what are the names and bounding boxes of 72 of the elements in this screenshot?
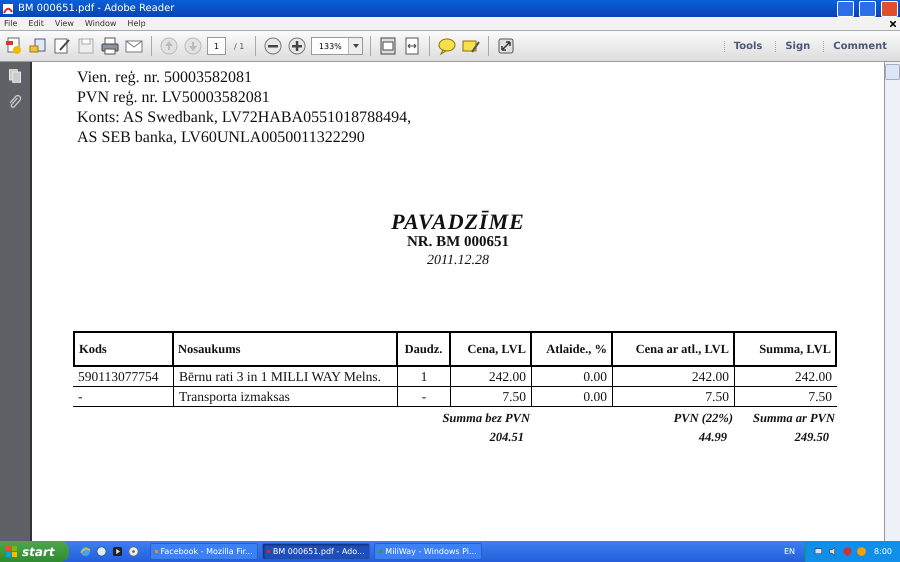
column-header: Nosaukums xyxy=(174,331,398,367)
address-line: PVN reģ. nr. LV50003582081 xyxy=(77,88,271,108)
total-value: 249.50 xyxy=(794,429,830,445)
column-header: Atlaide., % xyxy=(532,331,613,367)
column-header: Summa, LVL xyxy=(735,331,837,367)
column-header: Daudz. xyxy=(398,331,451,367)
table-cell: 1 xyxy=(398,367,451,387)
address-line: Vien. reģ. nr. 50003582081 xyxy=(77,68,254,88)
zoom-in-icon[interactable] xyxy=(287,36,308,56)
table-cell: 0.00 xyxy=(532,367,613,387)
total-label: Summa ar PVN xyxy=(752,410,836,426)
table-cell: 242.00 xyxy=(613,367,735,387)
column-header: Cena, LVL xyxy=(451,331,532,367)
language-indicator[interactable]: EN xyxy=(784,547,796,556)
table-cell: 7.50 xyxy=(451,387,532,407)
total-value: 204.51 xyxy=(488,429,525,445)
disc-icon[interactable] xyxy=(126,545,140,558)
document-title: PAVADZĪME xyxy=(391,210,525,234)
taskbar-button[interactable]: BM 000651.pdf - Ado... xyxy=(262,543,370,560)
panel-button[interactable]: Sign xyxy=(775,40,820,52)
panel-button[interactable]: Comment xyxy=(823,40,896,52)
page-number-field[interactable]: 1 xyxy=(207,37,226,55)
page-total: / 1 xyxy=(234,42,244,50)
table-cell: 590113077754 xyxy=(73,367,174,387)
total-label: Summa bez PVN xyxy=(441,410,532,426)
menu-item[interactable]: Window xyxy=(84,19,116,28)
speech-bubble-icon[interactable] xyxy=(437,36,458,56)
print-icon[interactable] xyxy=(100,36,120,56)
menu-item[interactable]: Help xyxy=(127,19,146,28)
zoom-field[interactable]: 133% xyxy=(311,37,364,55)
restore-button[interactable] xyxy=(859,0,876,16)
total-label: PVN (22%) xyxy=(672,410,734,426)
document-number: NR. BM 000651 xyxy=(406,234,510,251)
table-cell: 0.00 xyxy=(532,387,613,407)
window-title: BM 000651.pdf - Adobe Reader xyxy=(18,3,176,14)
zoom-out-icon[interactable] xyxy=(263,36,284,56)
table-cell: Transporta izmaksas xyxy=(174,387,398,407)
caret-icon xyxy=(352,44,359,48)
column-header: Kods xyxy=(73,331,174,367)
vertical-scrollbar[interactable] xyxy=(884,62,900,541)
table-cell: 7.50 xyxy=(613,387,735,407)
menu-item[interactable]: Edit xyxy=(28,19,44,28)
pages-icon[interactable] xyxy=(7,68,23,84)
start-button[interactable]: start xyxy=(0,541,69,562)
table-cell: 7.50 xyxy=(735,387,837,407)
panel-button[interactable]: Tools xyxy=(724,40,772,52)
expand-icon[interactable] xyxy=(496,36,516,56)
edit-document-icon[interactable] xyxy=(52,36,72,56)
taskbar-button[interactable]: Facebook - Mozilla Fir... xyxy=(150,543,258,560)
minimize-button[interactable] xyxy=(837,0,854,16)
address-line: AS SEB banka, LV60UNLA0050011322290 xyxy=(77,128,366,148)
address-line: Konts: AS Swedbank, LV72HABA0551018788494, xyxy=(77,108,412,128)
table-cell: - xyxy=(398,387,451,407)
clock: 8:00 xyxy=(874,547,892,556)
create-document-icon[interactable] xyxy=(4,36,24,56)
table-cell: 242.00 xyxy=(451,367,532,387)
close-button[interactable] xyxy=(881,0,898,16)
menu-item[interactable]: View xyxy=(54,19,74,28)
flag-icon xyxy=(6,546,18,558)
taskbar-button[interactable]: MiliWay - Windows Pi... xyxy=(374,543,482,560)
total-value: 44.99 xyxy=(698,429,728,445)
fit-page-icon[interactable] xyxy=(378,36,398,56)
column-header: Cena ar atl., LVL xyxy=(613,331,735,367)
table-cell: - xyxy=(73,387,174,407)
close-icon[interactable] xyxy=(890,20,896,26)
table-cell: 242.00 xyxy=(735,367,837,387)
media-icon[interactable] xyxy=(110,545,124,558)
document-date: 2011.12.28 xyxy=(427,253,489,269)
table-cell: Bērnu rati 3 in 1 MILLI WAY Melns. xyxy=(174,367,398,387)
paperclip-icon[interactable] xyxy=(7,94,23,110)
pdf-icon xyxy=(2,2,14,14)
menu-item[interactable]: File xyxy=(4,19,18,28)
